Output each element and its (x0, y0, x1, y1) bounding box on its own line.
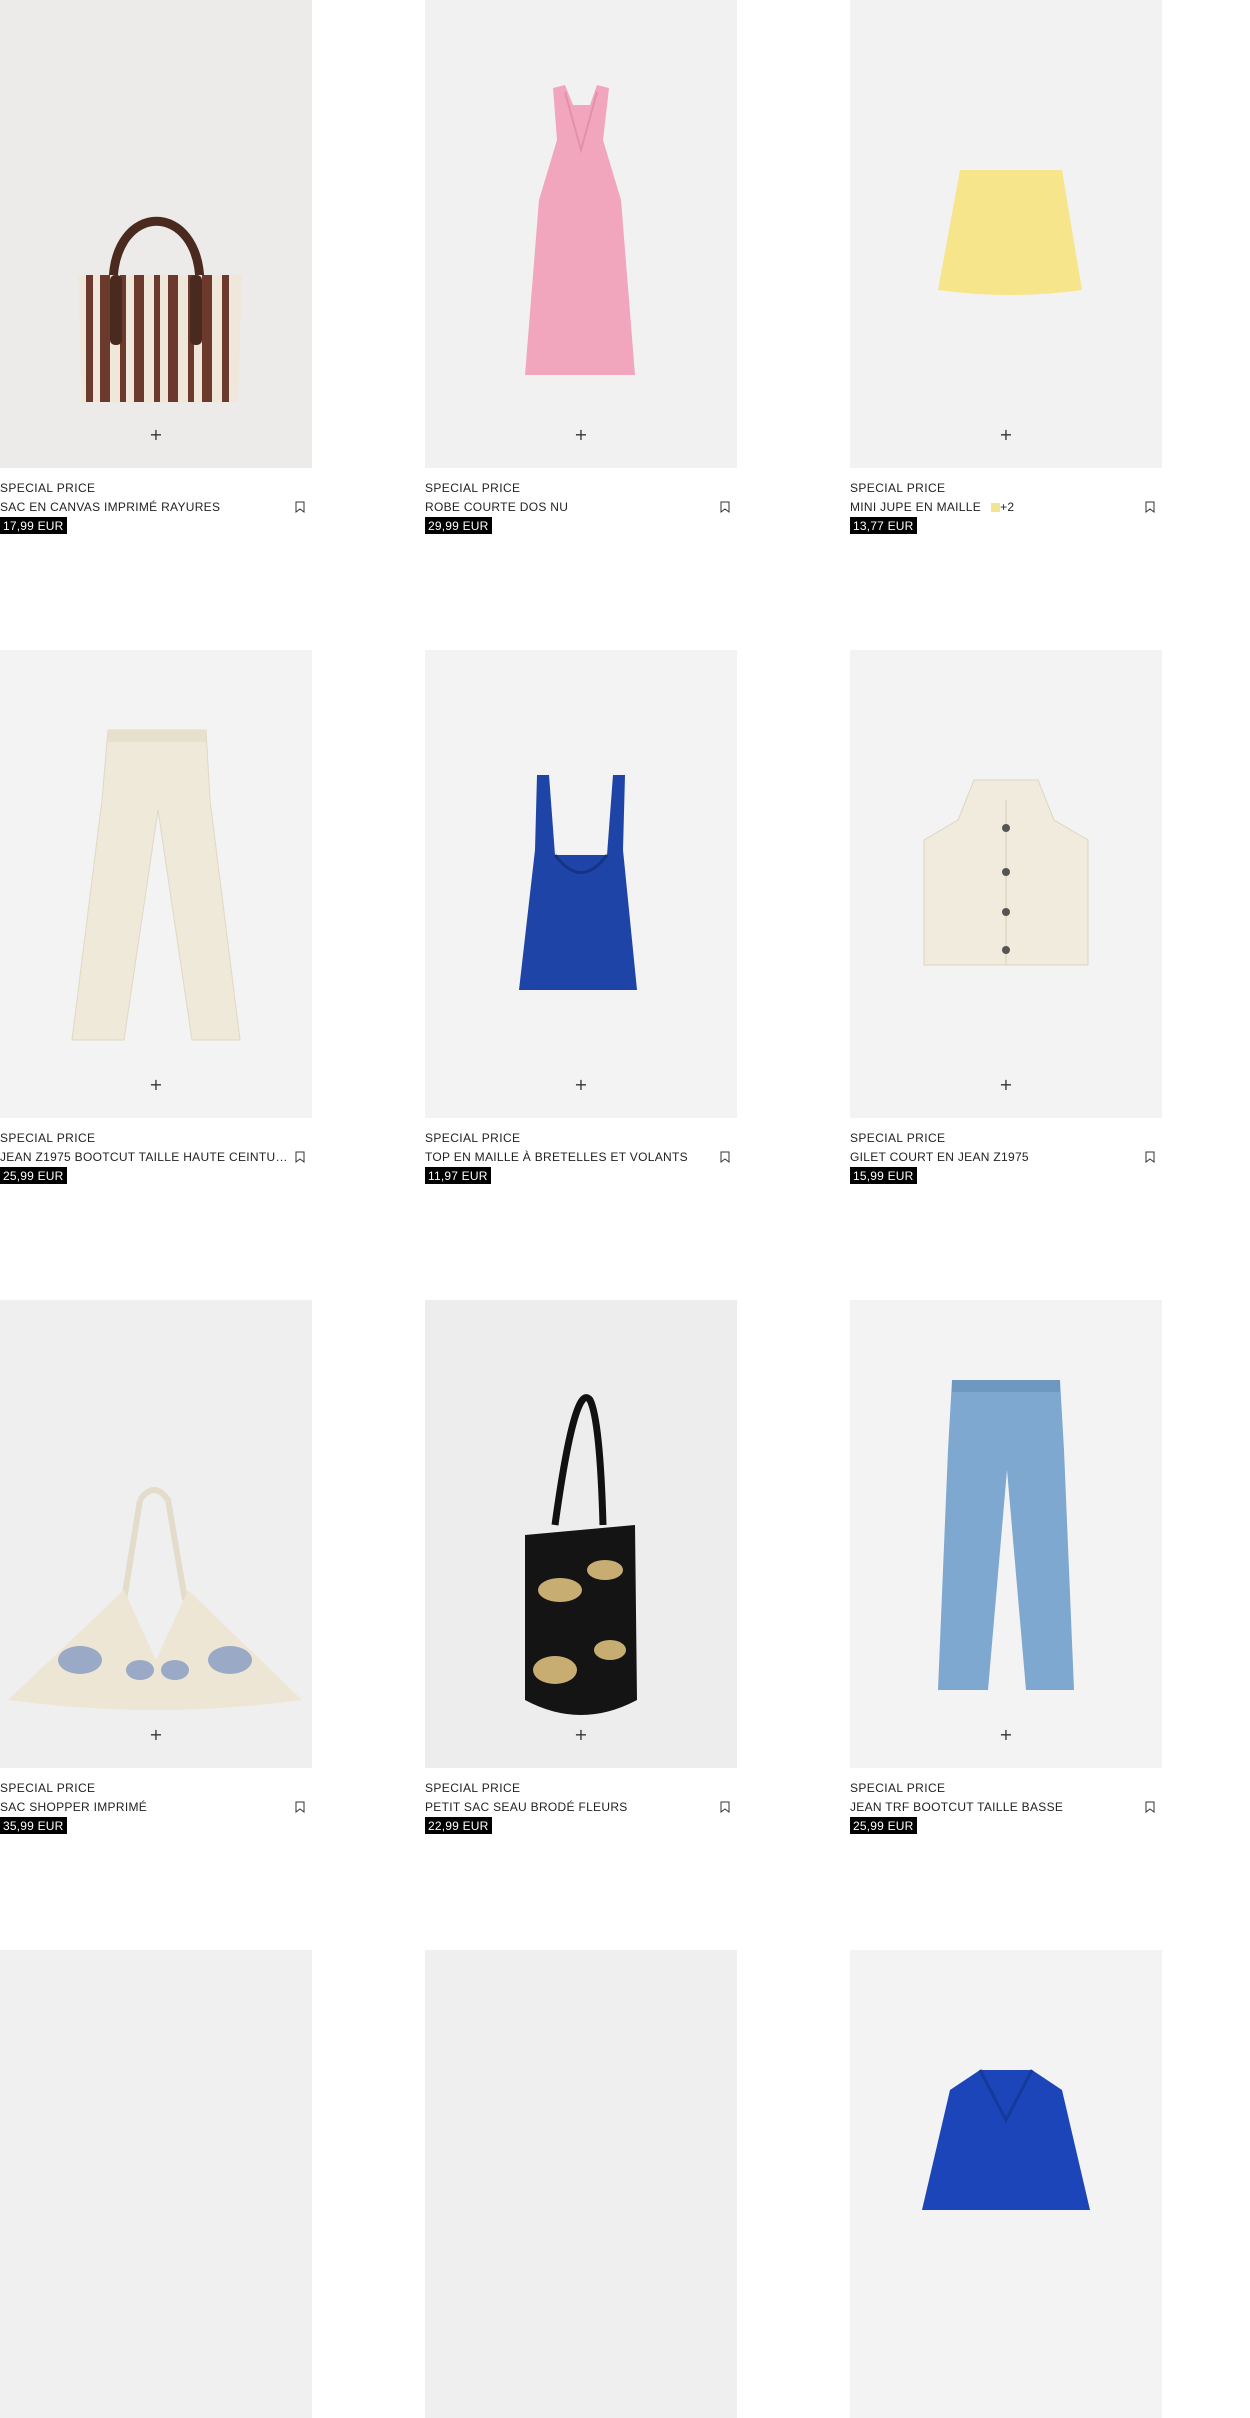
product-name[interactable]: JEAN TRF BOOTCUT TAILLE BASSE (850, 1800, 1140, 1814)
product-name[interactable]: PETIT SAC SEAU BRODÉ FLEURS (425, 1800, 715, 1814)
bookmark-icon[interactable] (1145, 1151, 1155, 1163)
bookmark-icon[interactable] (295, 1801, 305, 1813)
add-icon[interactable]: + (995, 1725, 1017, 1747)
product-image[interactable] (425, 1950, 737, 2418)
product-name[interactable]: TOP EN MAILLE À BRETELLES ET VOLANTS (425, 1150, 715, 1164)
product-image-printed-shopper-bag[interactable]: + (0, 1300, 312, 1768)
bookmark-icon[interactable] (720, 1151, 730, 1163)
product-card[interactable]: + SPECIAL PRICE JEAN Z1975 BOOTCUT TAILL… (0, 650, 312, 1188)
add-icon[interactable]: + (145, 425, 167, 447)
bookmark-icon[interactable] (295, 501, 305, 513)
product-card[interactable]: + SPECIAL PRICE ROBE COURTE DOS NU 29,99… (425, 0, 737, 538)
product-image-ecru-bootcut-jeans[interactable]: + (0, 650, 312, 1118)
product-name[interactable]: JEAN Z1975 BOOTCUT TAILLE HAUTE CEINTURE (0, 1150, 290, 1164)
bookmark-icon[interactable] (1145, 1801, 1155, 1813)
product-name[interactable]: SAC SHOPPER IMPRIMÉ (0, 1800, 290, 1814)
special-price-label: SPECIAL PRICE (0, 1131, 96, 1145)
product-price: 22,99 EUR (425, 1817, 492, 1834)
bookmark-icon[interactable] (720, 1801, 730, 1813)
product-name[interactable]: ROBE COURTE DOS NU (425, 500, 715, 514)
bookmark-icon[interactable] (720, 501, 730, 513)
special-price-label: SPECIAL PRICE (425, 481, 521, 495)
product-image-blue-lowrise-jeans[interactable]: + (850, 1300, 1162, 1768)
product-card[interactable]: + SPECIAL PRICE MINI JUPE EN MAILLE +2 13… (850, 0, 1162, 538)
product-image-blue-cardigan[interactable] (850, 1950, 1162, 2418)
product-image-blue-knit-top[interactable]: + (425, 650, 737, 1118)
special-price-label: SPECIAL PRICE (0, 481, 96, 495)
product-card[interactable]: + SPECIAL PRICE SAC EN CANVAS IMPRIMÉ RA… (0, 0, 312, 538)
special-price-label: SPECIAL PRICE (850, 1781, 946, 1795)
product-price: 25,99 EUR (850, 1817, 917, 1834)
add-icon[interactable]: + (570, 1725, 592, 1747)
product-image[interactable] (0, 1950, 312, 2418)
more-colors-count[interactable]: +2 (1000, 500, 1014, 514)
product-price: 35,99 EUR (0, 1817, 67, 1834)
product-name-text: MINI JUPE EN MAILLE (850, 500, 982, 514)
product-price: 29,99 EUR (425, 517, 492, 534)
add-icon[interactable]: + (995, 425, 1017, 447)
product-image-striped-tote-bag[interactable]: + (0, 0, 312, 468)
product-image-yellow-mini-skirt[interactable]: + (850, 0, 1162, 468)
add-icon[interactable]: + (995, 1075, 1017, 1097)
add-icon[interactable]: + (570, 1075, 592, 1097)
product-card[interactable]: + SPECIAL PRICE SAC SHOPPER IMPRIMÉ 35,9… (0, 1300, 312, 1838)
product-name[interactable]: MINI JUPE EN MAILLE +2 (850, 500, 1140, 514)
special-price-label: SPECIAL PRICE (850, 481, 946, 495)
add-icon[interactable]: + (570, 425, 592, 447)
product-price: 11,97 EUR (425, 1167, 491, 1184)
product-card[interactable]: + SPECIAL PRICE PETIT SAC SEAU BRODÉ FLE… (425, 1300, 737, 1838)
special-price-label: SPECIAL PRICE (425, 1781, 521, 1795)
product-card[interactable]: + SPECIAL PRICE TOP EN MAILLE À BRETELLE… (425, 650, 737, 1188)
color-swatch[interactable] (991, 503, 1001, 512)
product-card[interactable]: + SPECIAL PRICE GILET COURT EN JEAN Z197… (850, 650, 1162, 1188)
product-image-ecru-denim-vest[interactable]: + (850, 650, 1162, 1118)
product-card[interactable] (0, 1950, 312, 2418)
product-price: 15,99 EUR (850, 1167, 917, 1184)
bookmark-icon[interactable] (295, 1151, 305, 1163)
product-name[interactable]: GILET COURT EN JEAN Z1975 (850, 1150, 1140, 1164)
special-price-label: SPECIAL PRICE (0, 1781, 96, 1795)
product-price: 13,77 EUR (850, 517, 917, 534)
product-price: 17,99 EUR (0, 517, 67, 534)
product-price: 25,99 EUR (0, 1167, 67, 1184)
product-name[interactable]: SAC EN CANVAS IMPRIMÉ RAYURES (0, 500, 290, 514)
add-icon[interactable]: + (145, 1075, 167, 1097)
add-icon[interactable]: + (145, 1725, 167, 1747)
product-image-pink-halter-dress[interactable]: + (425, 0, 737, 468)
product-card[interactable]: + SPECIAL PRICE JEAN TRF BOOTCUT TAILLE … (850, 1300, 1162, 1838)
product-image-embroidered-bucket-bag[interactable]: + (425, 1300, 737, 1768)
bookmark-icon[interactable] (1145, 501, 1155, 513)
special-price-label: SPECIAL PRICE (850, 1131, 946, 1145)
special-price-label: SPECIAL PRICE (425, 1131, 521, 1145)
product-card[interactable] (850, 1950, 1162, 2418)
product-card[interactable] (425, 1950, 737, 2418)
